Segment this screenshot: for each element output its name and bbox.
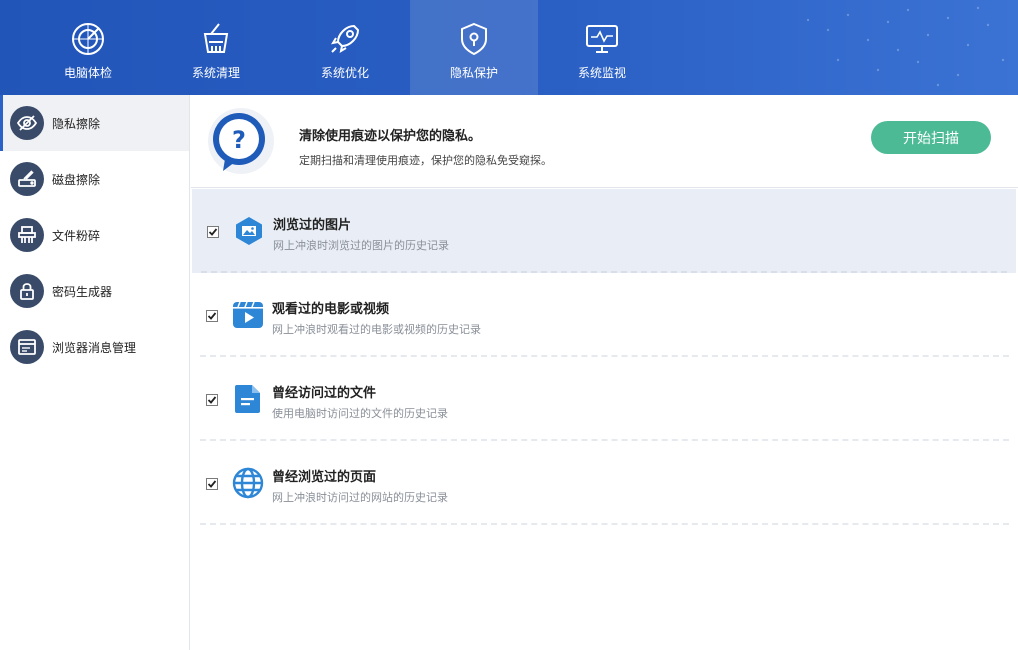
checkmark-icon xyxy=(207,312,217,320)
tab-system-monitor[interactable]: 系统监视 xyxy=(538,0,666,95)
item-title: 浏览过的图片 xyxy=(273,218,352,233)
browser-icon xyxy=(10,330,44,364)
question-bubble-icon: ? xyxy=(208,108,274,174)
item-checkbox[interactable] xyxy=(206,310,218,322)
dot-pattern-decoration xyxy=(806,6,1005,87)
banner-subtitle: 定期扫描和清理使用痕迹，保护您的隐私免受窥探。 xyxy=(299,154,552,167)
tab-privacy-protection[interactable]: 隐私保护 xyxy=(410,0,538,95)
tab-label: 系统清理 xyxy=(191,66,240,80)
rocket-icon xyxy=(330,24,360,54)
item-title: 曾经浏览过的页面 xyxy=(272,470,377,485)
globe-icon xyxy=(232,467,264,499)
item-checkbox[interactable] xyxy=(207,226,219,238)
shield-icon xyxy=(461,22,487,56)
privacy-banner: ? 清除使用痕迹以保护您的隐私。 定期扫描和清理使用痕迹，保护您的隐私免受窥探。… xyxy=(191,95,1018,188)
tab-label: 隐私保护 xyxy=(449,66,498,80)
item-description: 网上冲浪时访问过的网站的历史记录 xyxy=(272,491,448,504)
tab-pc-checkup[interactable]: 电脑体检 xyxy=(24,0,152,95)
broom-icon xyxy=(203,23,229,53)
sidebar-item-browser-messages[interactable]: 浏览器消息管理 xyxy=(0,319,189,375)
item-title: 曾经访问过的文件 xyxy=(272,386,377,401)
sidebar-item-label: 隐私擦除 xyxy=(52,116,101,131)
image-icon xyxy=(236,217,262,245)
disk-eraser-icon xyxy=(10,162,44,196)
sidebar-item-label: 浏览器消息管理 xyxy=(52,340,137,355)
tab-system-optimize[interactable]: 系统优化 xyxy=(281,0,409,95)
start-scan-button[interactable]: 开始扫描 xyxy=(871,121,991,154)
shredder-icon xyxy=(10,218,44,252)
item-title: 观看过的电影或视频 xyxy=(272,302,390,317)
checkmark-icon xyxy=(208,228,218,236)
tab-system-clean[interactable]: 系统清理 xyxy=(152,0,280,95)
radar-icon xyxy=(72,23,104,55)
item-checkbox[interactable] xyxy=(206,394,218,406)
sidebar-item-file-shred[interactable]: 文件粉碎 xyxy=(0,207,189,263)
tab-label: 电脑体检 xyxy=(63,66,112,80)
tab-label: 系统优化 xyxy=(320,66,369,80)
item-checkbox[interactable] xyxy=(206,478,218,490)
tab-label: 系统监视 xyxy=(577,66,626,80)
checkmark-icon xyxy=(207,480,217,488)
monitor-icon xyxy=(586,25,618,53)
video-icon xyxy=(233,301,263,328)
sidebar-item-password-generator[interactable]: 密码生成器 xyxy=(0,263,189,319)
list-item[interactable]: 浏览过的图片 网上冲浪时浏览过的图片的历史记录 xyxy=(192,189,1016,273)
sidebar-item-label: 密码生成器 xyxy=(52,284,113,299)
privacy-item-list: 浏览过的图片 网上冲浪时浏览过的图片的历史记录 观看过的电影或视频 网上冲浪时观… xyxy=(191,189,1018,525)
banner-title: 清除使用痕迹以保护您的隐私。 xyxy=(299,129,482,144)
sidebar-item-label: 文件粉碎 xyxy=(52,228,101,243)
row-divider xyxy=(200,523,1009,525)
item-description: 使用电脑时访问过的文件的历史记录 xyxy=(272,407,448,420)
item-description: 网上冲浪时观看过的电影或视频的历史记录 xyxy=(272,323,481,336)
document-icon xyxy=(235,385,260,413)
sidebar-item-privacy-erase[interactable]: 隐私擦除 xyxy=(0,95,189,151)
eye-slash-icon xyxy=(10,106,44,140)
checkmark-icon xyxy=(207,396,217,404)
item-description: 网上冲浪时浏览过的图片的历史记录 xyxy=(273,239,449,252)
list-item[interactable]: 观看过的电影或视频 网上冲浪时观看过的电影或视频的历史记录 xyxy=(191,273,1018,357)
list-item[interactable]: 曾经访问过的文件 使用电脑时访问过的文件的历史记录 xyxy=(191,357,1018,441)
svg-text:?: ? xyxy=(232,126,246,154)
top-navigation: 电脑体检 系统清理 系统优化 隐私保护 系统监视 xyxy=(0,0,1018,95)
lock-icon xyxy=(10,274,44,308)
list-item[interactable]: 曾经浏览过的页面 网上冲浪时访问过的网站的历史记录 xyxy=(191,441,1018,525)
sidebar-item-label: 磁盘擦除 xyxy=(52,172,101,187)
sidebar-item-disk-erase[interactable]: 磁盘擦除 xyxy=(0,151,189,207)
sidebar: 隐私擦除 磁盘擦除 文件粉碎 密码生成器 浏览器消息管理 xyxy=(0,95,190,650)
